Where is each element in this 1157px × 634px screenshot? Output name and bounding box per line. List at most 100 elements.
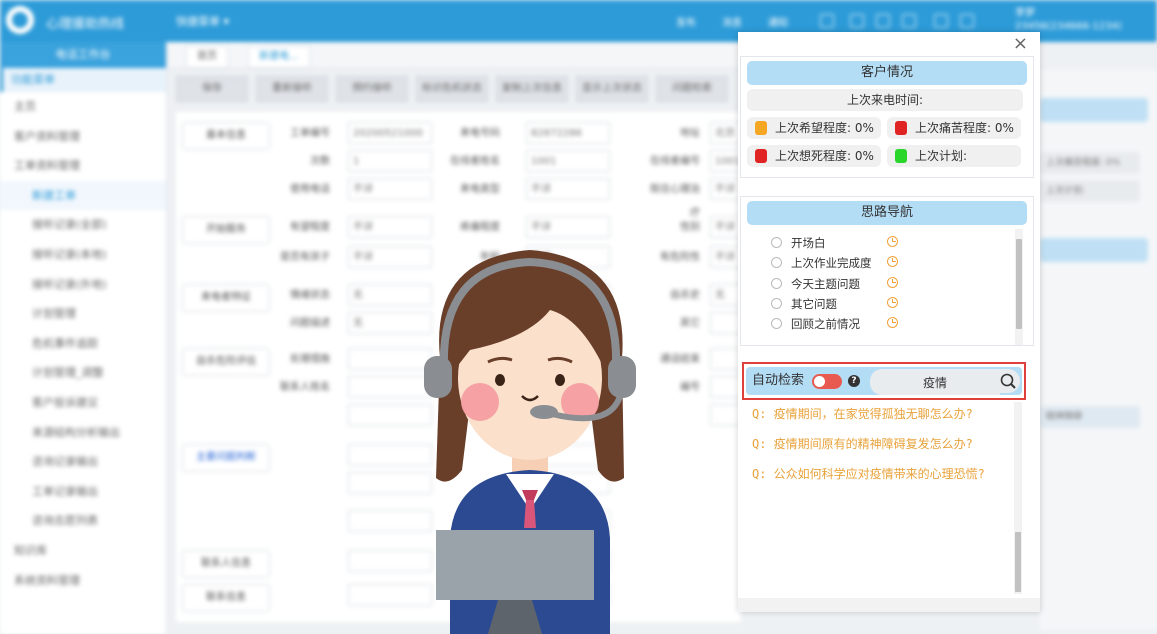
results-scroll-thumb[interactable]: [1015, 532, 1021, 592]
auto-search-toggle[interactable]: [812, 374, 842, 389]
sidebar-item[interactable]: 危机事件追踪: [0, 329, 166, 359]
form-section-label: 开始服务: [182, 216, 270, 244]
radio-icon[interactable]: [771, 277, 782, 289]
clock-icon[interactable]: [887, 317, 898, 329]
toolbar-button[interactable]: 保存: [176, 76, 248, 102]
sidebar-item[interactable]: 工单记录输出: [0, 477, 166, 507]
form-field-label: 地址: [680, 128, 700, 139]
form-field[interactable]: 1: [348, 150, 432, 172]
customer-panel: × 客户情况 上次来电时间: 上次希望程度: 0% 上次痛苦程度: 0% 上次想死程…: [738, 32, 1040, 612]
form-field-label: 来电类型: [460, 184, 500, 195]
navigation-item-label: 回顾之前情况: [791, 317, 860, 332]
indicator-chip: 上次计划:: [887, 145, 1021, 167]
user-info[interactable]: 李梦 23456(234666-1234): [1015, 7, 1122, 33]
sidebar-tab[interactable]: 功能菜单: [0, 68, 166, 92]
top-item-message[interactable]: 消息: [722, 14, 742, 29]
headset-right-ear: [608, 356, 636, 398]
right-panel-blurred: 上次痛苦程度: 0% 上次计划: 精神障碍: [1040, 70, 1157, 630]
sidebar-item[interactable]: 接听记录(全部): [0, 210, 166, 240]
navigation-item[interactable]: 其它问题: [747, 294, 1017, 314]
navigation-card: 思路导航 开场白上次作业完成度今天主题问题其它问题回顾之前情况下次作业: [740, 196, 1034, 346]
top-item-publish[interactable]: 发布: [676, 14, 696, 29]
sidebar-item[interactable]: 咨询记录输出: [0, 447, 166, 477]
sidebar-item[interactable]: 计划管理: [0, 299, 166, 329]
user-icon[interactable]: [820, 14, 834, 28]
result-question[interactable]: Q: 疫情期间，在家觉得孤独无聊怎么办?: [744, 404, 1014, 425]
sidebar-item[interactable]: 系统资料管理: [0, 566, 166, 596]
sidebar-item[interactable]: 知识库: [0, 536, 166, 566]
toolbar-button[interactable]: 标识危机状态: [416, 76, 488, 102]
form-field[interactable]: 不详: [348, 178, 432, 200]
tab-bar: 首页 新建电...: [168, 42, 740, 69]
globe-icon[interactable]: [850, 14, 864, 28]
results-scrollbar[interactable]: [1014, 402, 1022, 594]
tab-new-call[interactable]: 新建电...: [248, 46, 310, 68]
form-field[interactable]: 不详: [526, 216, 610, 238]
navigation-item[interactable]: 回顾之前情况: [747, 314, 1017, 334]
form-field[interactable]: 不详: [526, 178, 610, 200]
form-field[interactable]: 1001: [526, 150, 610, 172]
toolbar-button[interactable]: 复制上次信息: [496, 76, 568, 102]
radio-icon[interactable]: [771, 318, 782, 330]
search-input[interactable]: [870, 369, 1000, 395]
navigation-item[interactable]: 下次作业: [747, 334, 1017, 337]
sidebar-item[interactable]: 来源结构分析输出: [0, 418, 166, 448]
clock-icon[interactable]: [887, 256, 898, 268]
sidebar-item[interactable]: 客户资料管理: [0, 122, 166, 152]
navigation-scroll-thumb[interactable]: [1016, 239, 1022, 329]
search-button[interactable]: [996, 369, 1020, 393]
tab-home[interactable]: 首页: [186, 46, 228, 68]
clock-icon[interactable]: [887, 236, 898, 247]
toolbar-button[interactable]: 显示上次状态: [576, 76, 648, 102]
toolbar-button[interactable]: 预约接听: [336, 76, 408, 102]
indicator-label: 上次计划:: [915, 149, 968, 163]
clock-icon[interactable]: [887, 296, 898, 308]
form-field-label: 在线者姓名: [450, 156, 500, 167]
navigation-item[interactable]: 上次作业完成度: [747, 253, 1017, 273]
navigation-item-label: 其它问题: [791, 296, 837, 311]
close-icon[interactable]: ×: [1013, 33, 1028, 54]
radio-icon[interactable]: [771, 237, 782, 248]
sidebar-item[interactable]: 客户投诉建议: [0, 388, 166, 418]
form-field-label: 次数: [310, 156, 330, 167]
status-dot-icon: [895, 121, 907, 135]
quick-menu[interactable]: 快捷菜单 ▾: [176, 13, 229, 29]
sidebar-item[interactable]: 主页: [0, 92, 166, 122]
document-icon[interactable]: [902, 14, 916, 28]
clock-icon[interactable]: [887, 276, 898, 288]
sidebar-item[interactable]: 新建工单: [0, 180, 166, 211]
result-question[interactable]: Q: 疫情期间原有的精神障碍复发怎么办?: [744, 434, 1014, 455]
sidebar-item[interactable]: 接听记录(外地): [0, 270, 166, 300]
sidebar-item[interactable]: 接听记录(本地): [0, 240, 166, 270]
thumb-icon[interactable]: [960, 14, 974, 28]
indicator-chip: 上次希望程度: 0%: [747, 117, 881, 139]
logo-icon: [6, 6, 34, 34]
form-field-label: 工单编号: [290, 128, 330, 139]
sidebar-item[interactable]: 计划管理_调整: [0, 358, 166, 388]
form-field[interactable]: 不详: [348, 216, 432, 238]
sidebar-item[interactable]: 工单资料管理: [0, 151, 166, 181]
form-field-label: 来电号码: [460, 128, 500, 139]
toolbar-button[interactable]: 问题检索: [656, 76, 728, 102]
navigation-item[interactable]: 开场白: [747, 233, 1017, 253]
form-field[interactable]: 20200521000: [348, 122, 432, 144]
customer-card-title: 客户情况: [747, 61, 1027, 85]
customer-service-avatar: [424, 250, 636, 634]
radio-icon[interactable]: [771, 297, 782, 309]
result-question[interactable]: Q: 公众如何科学应对疫情带来的心理恐慌?: [744, 464, 1014, 485]
navigation-scrollbar[interactable]: [1015, 229, 1023, 345]
sidebar-item[interactable]: 咨询志愿列表: [0, 506, 166, 536]
form-toolbar: 保存 重新接听 预约接听 标识危机状态 复制上次信息 显示上次状态 问题检索: [176, 76, 736, 102]
right-search-hint: 精神障碍: [1040, 406, 1140, 428]
form-field-label: 性别: [680, 222, 700, 233]
panel-horizontal-scrollbar[interactable]: [738, 598, 1040, 612]
radio-icon[interactable]: [771, 257, 782, 269]
top-item-notice[interactable]: 通知: [768, 14, 788, 29]
phone-icon[interactable]: [934, 14, 948, 28]
clipboard-icon[interactable]: [876, 14, 890, 28]
toolbar-button[interactable]: 重新接听: [256, 76, 328, 102]
form-section-label: 主要问题判断: [182, 444, 270, 472]
form-field[interactable]: 82872286: [526, 122, 610, 144]
help-icon[interactable]: ?: [848, 375, 860, 387]
navigation-item[interactable]: 今天主题问题: [747, 274, 1017, 294]
